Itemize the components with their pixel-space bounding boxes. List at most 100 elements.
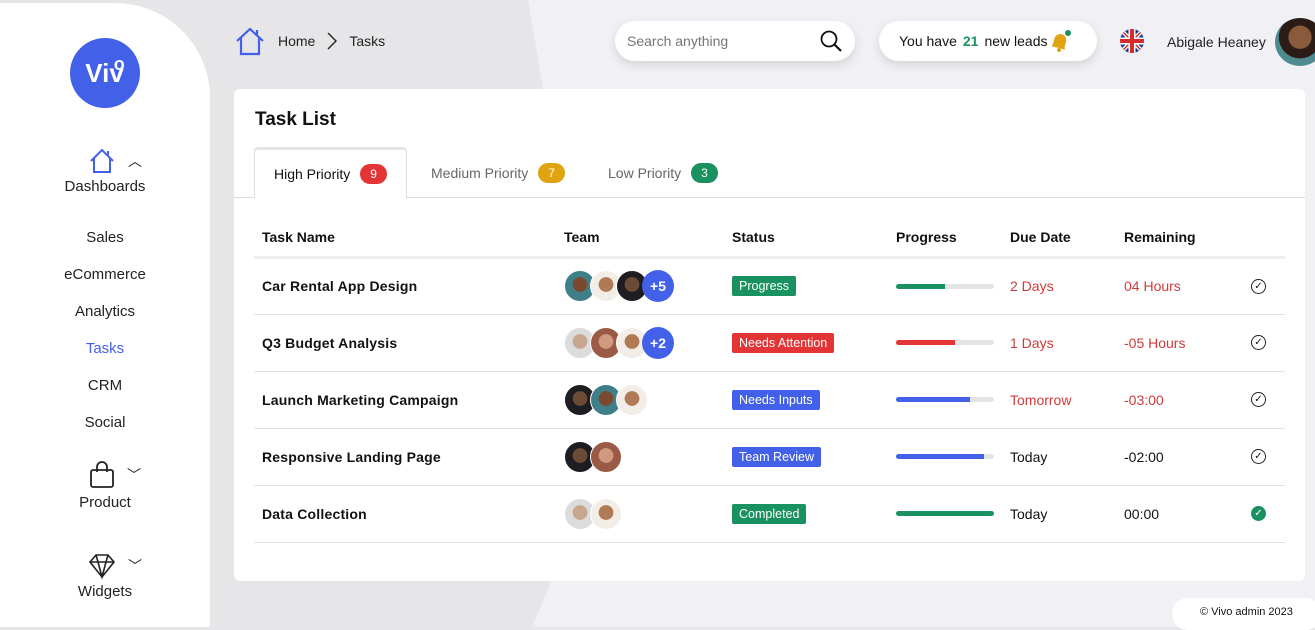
footer: © Vivo admin 2023 xyxy=(1172,598,1315,630)
remaining-time: -05 Hours xyxy=(1116,314,1243,372)
uk-flag-icon[interactable] xyxy=(1120,29,1144,53)
sidebar-item-sales[interactable]: Sales xyxy=(0,229,210,246)
team-avatars: +2 xyxy=(564,326,724,359)
table-row[interactable]: Q3 Budget Analysis +2 Needs Attention 1 … xyxy=(254,314,1285,372)
due-date: 2 Days xyxy=(1002,257,1116,315)
home-icon xyxy=(90,148,114,173)
sidebar: Viv o ︿ Dashboards Sales eCommerce Analyt… xyxy=(0,3,210,627)
due-date: 1 Days xyxy=(1002,314,1116,372)
status-badge: Team Review xyxy=(732,446,822,467)
team-avatars xyxy=(564,383,724,416)
user-name[interactable]: Abigale Heaney xyxy=(1167,34,1266,50)
home-icon[interactable] xyxy=(234,26,266,56)
sidebar-item-widgets[interactable]: ﹀ Widgets xyxy=(0,551,210,600)
sidebar-item-dashboards[interactable]: ︿ Dashboards xyxy=(0,146,210,195)
team-avatars xyxy=(564,440,724,473)
tab-low-priority[interactable]: Low Priority 3 xyxy=(589,147,737,198)
sidebar-item-ecommerce[interactable]: eCommerce xyxy=(0,266,210,283)
column-header: Status xyxy=(724,219,888,259)
due-date: Tomorrow xyxy=(1002,371,1116,429)
table-row[interactable]: Data Collection Completed Today 00:00 ✓ xyxy=(254,485,1285,543)
sidebar-label: Widgets xyxy=(77,583,133,600)
leads-notification[interactable]: You have 21 new leads xyxy=(879,21,1097,61)
column-header: Task Name xyxy=(254,219,556,259)
status-badge: Progress xyxy=(732,276,797,296)
count-badge: 9 xyxy=(360,164,387,184)
due-date: Today xyxy=(1002,428,1116,486)
sidebar-label: Product xyxy=(79,494,131,511)
progress-fill xyxy=(896,283,945,289)
task-name[interactable]: Q3 Budget Analysis xyxy=(254,314,556,372)
table-row[interactable]: Launch Marketing Campaign Needs Inputs T… xyxy=(254,371,1285,429)
column-header: Due Date xyxy=(1002,219,1116,259)
logo[interactable]: Viv o xyxy=(70,38,140,108)
team-member-avatar[interactable] xyxy=(590,497,622,530)
search-input[interactable] xyxy=(627,33,807,49)
remaining-time: 00:00 xyxy=(1116,485,1243,543)
column-header: Remaining xyxy=(1116,219,1243,259)
chevron-down-icon: ﹀ xyxy=(128,558,142,574)
check-circle-icon[interactable]: ✓ xyxy=(1251,335,1266,350)
more-members-badge[interactable]: +5 xyxy=(642,270,674,302)
column-header: Team xyxy=(556,219,724,259)
diamond-icon xyxy=(88,554,116,579)
check-circle-icon[interactable]: ✓ xyxy=(1251,449,1266,464)
team-member-avatar[interactable] xyxy=(590,440,622,473)
tab-high-priority[interactable]: High Priority 9 xyxy=(254,147,407,199)
column-header: Progress xyxy=(888,219,1002,259)
status-badge: Completed xyxy=(732,503,807,524)
task-name[interactable]: Car Rental App Design xyxy=(254,257,556,315)
progress-fill xyxy=(896,340,955,345)
count-badge: 3 xyxy=(691,162,718,183)
search-icon[interactable] xyxy=(819,29,843,53)
sidebar-item-crm[interactable]: CRM xyxy=(0,377,210,394)
task-name[interactable]: Responsive Landing Page xyxy=(254,428,556,486)
sidebar-item-product[interactable]: ﹀ Product xyxy=(0,460,210,511)
breadcrumb-home[interactable]: Home xyxy=(278,33,315,49)
task-list-card: Task List High Priority 9 Medium Priority… xyxy=(234,89,1305,581)
sidebar-label: Dashboards xyxy=(64,178,146,195)
count-badge: 7 xyxy=(538,162,565,183)
progress-bar xyxy=(896,340,994,345)
team-avatars: +5 xyxy=(564,270,724,302)
due-date: Today xyxy=(1002,485,1116,543)
task-table: Task Name Team Status Progress Due Date … xyxy=(254,219,1285,543)
chevron-up-icon: ︿ xyxy=(128,153,142,169)
breadcrumb-current: Tasks xyxy=(349,33,386,49)
breadcrumb: Home Tasks xyxy=(234,26,385,56)
team-member-avatar[interactable] xyxy=(616,383,648,416)
progress-bar xyxy=(896,397,994,402)
sidebar-item-analytics[interactable]: Analytics xyxy=(0,303,210,320)
check-circle-icon[interactable]: ✓ xyxy=(1251,392,1266,407)
sidebar-item-tasks[interactable]: Tasks xyxy=(0,340,210,357)
remaining-time: 04 Hours xyxy=(1116,257,1243,315)
sidebar-item-social[interactable]: Social xyxy=(0,414,210,431)
tab-medium-priority[interactable]: Medium Priority 7 xyxy=(412,147,584,198)
progress-bar xyxy=(896,283,994,289)
table-row[interactable]: Responsive Landing Page Team Review Toda… xyxy=(254,428,1285,486)
leads-prefix: You have xyxy=(899,33,957,49)
task-name[interactable]: Launch Marketing Campaign xyxy=(254,371,556,429)
leads-count: 21 xyxy=(962,33,979,49)
shopping-bag-icon xyxy=(90,461,114,488)
remaining-time: -03:00 xyxy=(1116,371,1243,429)
chevron-right-icon xyxy=(327,32,338,50)
progress-bar xyxy=(896,454,994,459)
team-avatars xyxy=(564,497,724,530)
chevron-down-icon: ﹀ xyxy=(127,467,141,483)
page-title: Task List xyxy=(255,109,336,130)
more-members-badge[interactable]: +2 xyxy=(642,326,674,359)
check-circle-filled-icon[interactable]: ✓ xyxy=(1251,506,1266,521)
status-badge: Needs Attention xyxy=(732,332,835,353)
progress-fill xyxy=(896,397,970,402)
progress-fill xyxy=(896,454,985,459)
progress-fill xyxy=(896,511,994,516)
status-badge: Needs Inputs xyxy=(732,389,820,410)
table-row[interactable]: Car Rental App Design +5 Progress 2 Days… xyxy=(254,257,1285,315)
task-name[interactable]: Data Collection xyxy=(254,485,556,543)
remaining-time: -02:00 xyxy=(1116,428,1243,486)
search-box xyxy=(615,21,855,61)
bell-icon[interactable] xyxy=(1048,29,1072,53)
progress-bar xyxy=(896,511,994,516)
check-circle-icon[interactable]: ✓ xyxy=(1251,278,1266,294)
